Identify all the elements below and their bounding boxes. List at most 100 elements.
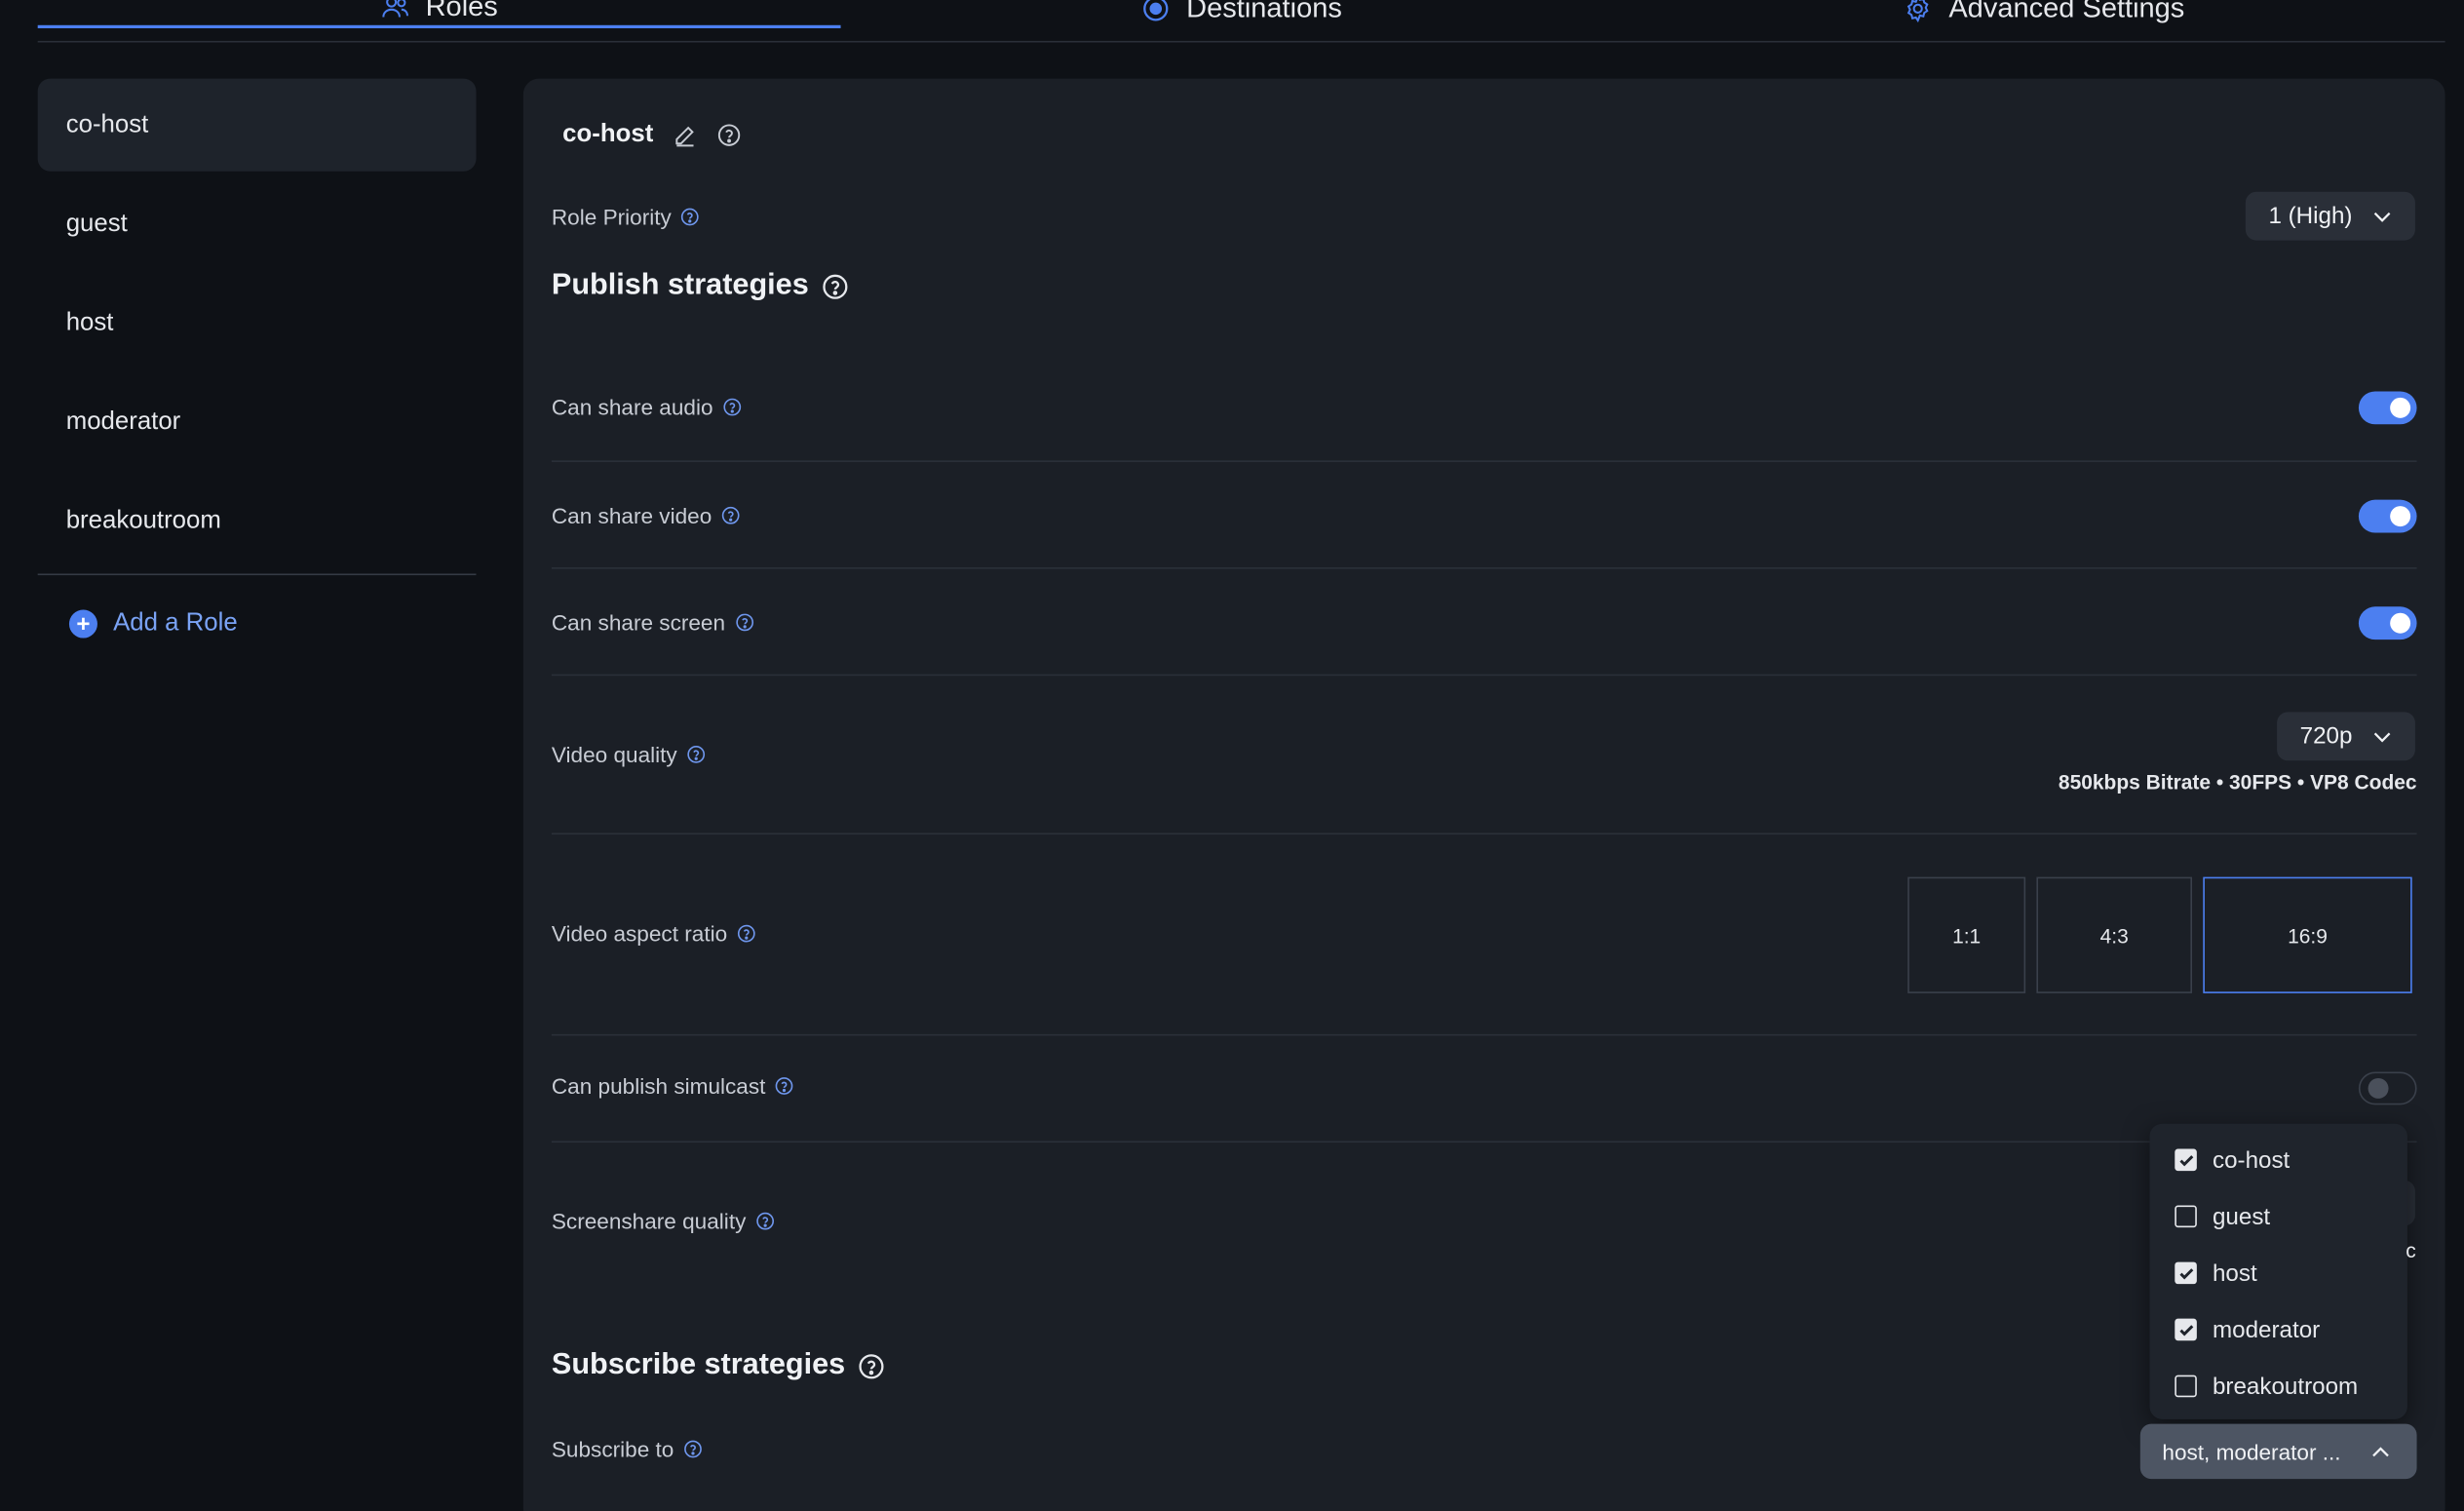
aspect-ratio-option-16-9[interactable]: 16:9: [2203, 876, 2412, 993]
aspect-ratio-option-label: 4:3: [2099, 923, 2129, 948]
aspect-ratio-label: Video aspect ratio: [552, 921, 755, 947]
sidebar-item-label: breakoutroom: [65, 506, 221, 534]
simulcast-text: Can publish simulcast: [551, 1073, 766, 1099]
help-icon[interactable]: [680, 208, 700, 226]
help-icon[interactable]: [722, 398, 741, 416]
role-priority-label: Role Priority: [551, 204, 700, 230]
simulcast-label: Can publish simulcast: [552, 1073, 794, 1099]
sidebar-item-guest[interactable]: guest: [38, 177, 477, 270]
screenshare-quality-label: Screenshare quality: [552, 1209, 775, 1234]
tab-advanced-settings-label: Advanced Settings: [1948, 0, 2185, 23]
aspect-ratio-option-label: 16:9: [2288, 923, 2328, 948]
gear-icon: [1904, 0, 1934, 22]
checkbox-checked[interactable]: [2175, 1148, 2197, 1172]
help-icon[interactable]: [716, 123, 742, 148]
dropdown-option-host[interactable]: host: [2149, 1245, 2406, 1301]
share-video-label: Can share video: [552, 503, 740, 528]
tab-destinations[interactable]: Destinations: [840, 0, 1642, 28]
help-icon[interactable]: [822, 273, 848, 299]
record-icon: [1140, 0, 1171, 22]
share-audio-text: Can share audio: [551, 394, 713, 420]
row-divider: [551, 460, 2417, 462]
screenshare-quality-text: Screenshare quality: [551, 1208, 747, 1234]
share-screen-text: Can share screen: [551, 609, 726, 636]
publish-strategies-text: Publish strategies: [551, 268, 809, 302]
row-divider: [551, 567, 2417, 569]
subscribe-to-label: Subscribe to: [551, 1436, 702, 1462]
users-icon: [380, 0, 410, 21]
dropdown-option-label: breakoutroom: [2212, 1373, 2359, 1400]
row-divider: [551, 1141, 2417, 1143]
checkbox-checked[interactable]: [2175, 1318, 2197, 1341]
add-role-button[interactable]: + Add a Role: [38, 609, 477, 639]
sidebar-item-breakoutroom[interactable]: breakoutroom: [38, 475, 477, 567]
aspect-ratio-option-4-3[interactable]: 4:3: [2036, 876, 2193, 993]
row-divider: [551, 1033, 2417, 1036]
tab-advanced-settings[interactable]: Advanced Settings: [1642, 0, 2445, 28]
dropdown-option-label: guest: [2212, 1203, 2271, 1230]
role-priority-value: 1 (High): [2268, 202, 2353, 230]
sidebar-item-label: moderator: [65, 407, 181, 435]
role-priority-text: Role Priority: [551, 204, 672, 230]
top-tabs: Roles Destinations Advanced Settings: [37, 0, 2445, 43]
role-priority-select[interactable]: 1 (High): [2245, 191, 2415, 241]
subscribe-strategies-text: Subscribe strategies: [551, 1348, 846, 1382]
tab-roles-label: Roles: [425, 0, 498, 21]
checkbox-checked[interactable]: [2175, 1261, 2197, 1285]
subscribe-strategies-title: Subscribe strategies: [552, 1348, 885, 1382]
plus-circle-icon: +: [68, 609, 97, 639]
dropdown-option-breakoutroom[interactable]: breakoutroom: [2149, 1358, 2406, 1414]
video-quality-select[interactable]: 720p: [2276, 712, 2415, 761]
chevron-up-icon: [2369, 1441, 2392, 1463]
share-screen-label: Can share screen: [551, 609, 753, 636]
dropdown-option-guest[interactable]: guest: [2149, 1188, 2406, 1245]
sidebar-item-label: host: [65, 308, 114, 336]
share-screen-toggle[interactable]: [2358, 606, 2417, 640]
sidebar-item-co-host[interactable]: co-host: [37, 78, 477, 172]
aspect-ratio-option-1-1[interactable]: 1:1: [1907, 876, 2026, 993]
row-divider: [551, 833, 2417, 835]
help-icon[interactable]: [775, 1076, 793, 1095]
sidebar-item-label: co-host: [65, 110, 149, 138]
dropdown-option-co-host[interactable]: co-host: [2149, 1132, 2406, 1188]
role-title: co-host: [562, 121, 741, 149]
help-icon[interactable]: [721, 506, 740, 524]
help-icon[interactable]: [737, 924, 755, 943]
subscribe-to-dropdown: co-host guest host moderator breakoutroo…: [2149, 1123, 2407, 1419]
sidebar-item-label: guest: [65, 210, 128, 237]
share-video-toggle[interactable]: [2358, 499, 2417, 533]
publish-strategies-title: Publish strategies: [552, 269, 848, 303]
video-quality-details: 850kbps Bitrate • 30FPS • VP8 Codec: [2058, 769, 2417, 794]
share-audio-toggle[interactable]: [2358, 391, 2417, 425]
share-video-text: Can share video: [551, 502, 712, 528]
dropdown-option-label: host: [2212, 1259, 2257, 1287]
dropdown-option-label: moderator: [2212, 1316, 2321, 1343]
tab-roles[interactable]: Roles: [37, 0, 840, 29]
video-quality-value: 720p: [2299, 722, 2353, 751]
checkbox-unchecked[interactable]: [2175, 1205, 2197, 1228]
row-divider: [551, 674, 2417, 677]
sidebar-item-moderator[interactable]: moderator: [38, 375, 477, 468]
sidebar-divider: [37, 573, 477, 576]
checkbox-unchecked[interactable]: [2175, 1375, 2197, 1398]
subscribe-to-value: host, moderator ...: [2162, 1438, 2341, 1464]
role-name: co-host: [562, 121, 654, 148]
video-quality-label: Video quality: [552, 742, 706, 767]
add-role-label: Add a Role: [113, 609, 238, 637]
screenshare-quality-details-edge: c: [2406, 1238, 2416, 1262]
sidebar-item-host[interactable]: host: [38, 277, 477, 369]
help-icon[interactable]: [735, 613, 753, 632]
subscribe-to-select[interactable]: host, moderator ...: [2139, 1423, 2417, 1480]
pencil-icon[interactable]: [673, 123, 698, 148]
aspect-ratio-text: Video aspect ratio: [551, 920, 728, 947]
help-icon[interactable]: [858, 1352, 884, 1378]
subscribe-to-text: Subscribe to: [551, 1436, 674, 1462]
dropdown-option-moderator[interactable]: moderator: [2149, 1301, 2406, 1358]
help-icon[interactable]: [683, 1440, 702, 1458]
dropdown-option-label: co-host: [2212, 1146, 2291, 1174]
roles-sidebar: co-host guest host moderator breakoutroo…: [37, 78, 477, 639]
simulcast-toggle[interactable]: [2358, 1071, 2417, 1105]
help-icon[interactable]: [755, 1212, 774, 1230]
help-icon[interactable]: [686, 745, 705, 763]
chevron-down-icon: [2371, 725, 2394, 748]
